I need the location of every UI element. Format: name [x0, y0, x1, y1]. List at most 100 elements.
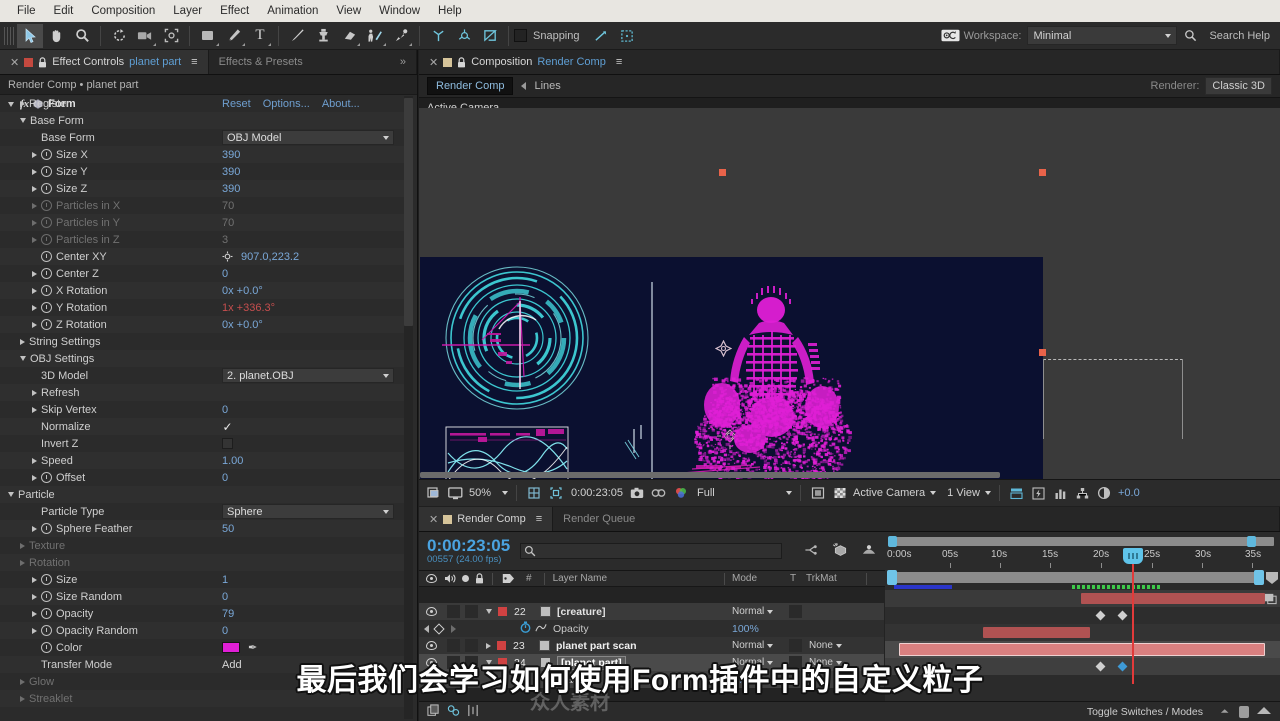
world-axis-mode-icon[interactable]: [451, 24, 477, 48]
tab-render-comp-timeline[interactable]: ✕ Render Comp ≡: [419, 507, 554, 531]
keyframe-marker[interactable]: [1117, 610, 1128, 621]
chevron-right-icon[interactable]: [32, 287, 37, 294]
column-header-layer-name[interactable]: Layer Name: [553, 573, 607, 584]
views-dropdown-icon[interactable]: [984, 491, 991, 495]
show-snapshot-icon[interactable]: [650, 485, 667, 502]
effect-param-row[interactable]: Size Z 390: [0, 180, 404, 197]
effect-param-value[interactable]: 0: [222, 268, 228, 280]
selection-handle-mid-right[interactable]: [1039, 349, 1046, 356]
effect-param-row[interactable]: Particles in Y 70: [0, 214, 404, 231]
chevron-down-icon[interactable]: [20, 356, 26, 361]
effect-param-row[interactable]: OBJ Settings: [0, 350, 404, 367]
menu-item-file[interactable]: File: [8, 0, 45, 22]
layer-marker-icon[interactable]: [1264, 592, 1278, 608]
effect-param-row[interactable]: Particles in X 70: [0, 197, 404, 214]
effect-param-value-cell[interactable]: 0: [222, 472, 404, 484]
pan-behind-tool[interactable]: [158, 24, 184, 48]
effect-param-row[interactable]: Particle Type Sphere: [0, 503, 404, 520]
exposure-value[interactable]: +0.0: [1118, 487, 1140, 499]
stopwatch-icon[interactable]: [41, 234, 52, 245]
track-row-24[interactable]: [885, 641, 1280, 658]
layer-name[interactable]: [creature]: [557, 606, 605, 618]
property-value[interactable]: 100%: [732, 623, 759, 635]
close-icon[interactable]: ✕: [10, 56, 19, 69]
comp-timecode[interactable]: 0:00:23:05: [571, 487, 623, 499]
selection-handle-top-right[interactable]: [1039, 169, 1046, 176]
effect-param-value-cell[interactable]: 1: [222, 574, 404, 586]
keyframe-toggle-icon[interactable]: [433, 673, 445, 686]
checkbox-unchecked[interactable]: [222, 438, 233, 449]
track-row-23[interactable]: [885, 624, 1280, 641]
layer-bar-planet-part-scan[interactable]: [983, 627, 1090, 638]
timeline-button-icon[interactable]: [1052, 485, 1069, 502]
shape-tool[interactable]: [195, 24, 221, 48]
graph-editor-icon[interactable]: [804, 543, 820, 560]
lock-icon[interactable]: [38, 56, 47, 68]
table-row[interactable]: 24 [planet part] Normal None: [419, 654, 884, 671]
composition-canvas[interactable]: [420, 257, 1043, 479]
layer-bar-planet-part[interactable]: [899, 643, 1265, 656]
composition-viewer[interactable]: [419, 108, 1280, 479]
effect-param-value-cell[interactable]: 0: [222, 625, 404, 637]
menu-item-edit[interactable]: Edit: [45, 0, 83, 22]
pixel-aspect-correction-icon[interactable]: [1008, 485, 1025, 502]
stopwatch-icon[interactable]: [41, 608, 52, 619]
layer-visibility-toggle[interactable]: [426, 607, 437, 616]
anchor-point-icon[interactable]: [222, 251, 233, 262]
effect-parameter-list[interactable]: Register Base Form Base Form OBJ Model Size …: [0, 95, 404, 721]
effect-param-value-cell[interactable]: 390: [222, 183, 404, 195]
chevron-left-icon[interactable]: [521, 82, 527, 90]
fast-previews-icon[interactable]: [1030, 485, 1047, 502]
view-axis-mode-icon[interactable]: [477, 24, 503, 48]
column-header-t[interactable]: T: [790, 573, 796, 584]
panel-menu-icon[interactable]: ≡: [536, 513, 542, 525]
menu-item-animation[interactable]: Animation: [258, 0, 327, 22]
chevron-right-icon[interactable]: [20, 695, 25, 702]
draft-3d-icon[interactable]: [832, 542, 849, 560]
layer-preserve-transparency[interactable]: [789, 605, 802, 618]
stopwatch-icon[interactable]: [41, 251, 52, 262]
effect-param-value-cell[interactable]: 0: [222, 591, 404, 603]
chevron-right-icon[interactable]: [32, 151, 37, 158]
stopwatch-icon[interactable]: [41, 523, 52, 534]
chevron-right-icon[interactable]: [20, 678, 25, 685]
close-icon[interactable]: ✕: [429, 513, 438, 526]
stopwatch-icon[interactable]: [41, 625, 52, 636]
property-name[interactable]: Opacity: [553, 674, 589, 686]
menu-item-layer[interactable]: Layer: [164, 0, 211, 22]
effect-param-row[interactable]: Normalize ✓: [0, 418, 404, 435]
effect-param-row[interactable]: String Settings: [0, 333, 404, 350]
chevron-right-icon[interactable]: [32, 236, 37, 243]
layer-solo-toggle[interactable]: [465, 605, 478, 618]
effect-param-row[interactable]: Size Random 0: [0, 588, 404, 605]
effect-param-value-cell[interactable]: ✒: [222, 641, 404, 654]
tab-composition[interactable]: ✕ Composition Render Comp ≡: [419, 50, 1280, 74]
chevron-right-icon[interactable]: [32, 185, 37, 192]
keyframe-marker[interactable]: [1095, 610, 1106, 621]
effect-param-value[interactable]: 390: [222, 166, 240, 178]
playhead-handle[interactable]: [1123, 548, 1143, 564]
effect-param-row[interactable]: Invert Z: [0, 435, 404, 452]
exposure-reset-icon[interactable]: [1096, 485, 1113, 502]
stopwatch-icon[interactable]: [41, 149, 52, 160]
effect-param-value-cell[interactable]: 1x +336.3°: [222, 302, 404, 314]
effect-param-value[interactable]: 50: [222, 523, 234, 535]
stopwatch-icon[interactable]: [41, 574, 52, 585]
effect-param-value[interactable]: Add: [222, 659, 242, 671]
chevron-right-icon[interactable]: [32, 525, 37, 532]
table-row[interactable]: 22 [creature] Normal: [419, 603, 884, 620]
roto-brush-tool[interactable]: [362, 24, 388, 48]
hide-shy-layers-icon[interactable]: [467, 704, 479, 720]
zoom-handle-right[interactable]: [1247, 536, 1256, 547]
panel-menu-icon[interactable]: ≡: [616, 56, 622, 68]
effect-param-value[interactable]: 79: [222, 608, 234, 620]
chevron-right-icon[interactable]: [32, 457, 37, 464]
brush-tool[interactable]: [284, 24, 310, 48]
effect-param-value-cell[interactable]: Sphere: [222, 504, 404, 519]
menu-item-help[interactable]: Help: [429, 0, 471, 22]
layer-mode-dropdown[interactable]: Normal: [732, 657, 774, 668]
zoom-tool[interactable]: [69, 24, 95, 48]
timeline-current-timecode[interactable]: 0:00:23:05: [427, 537, 510, 555]
effect-param-row[interactable]: Opacity Random 0: [0, 622, 404, 639]
tab-effect-controls[interactable]: ✕ Effect Controls planet part ≡: [0, 50, 209, 74]
